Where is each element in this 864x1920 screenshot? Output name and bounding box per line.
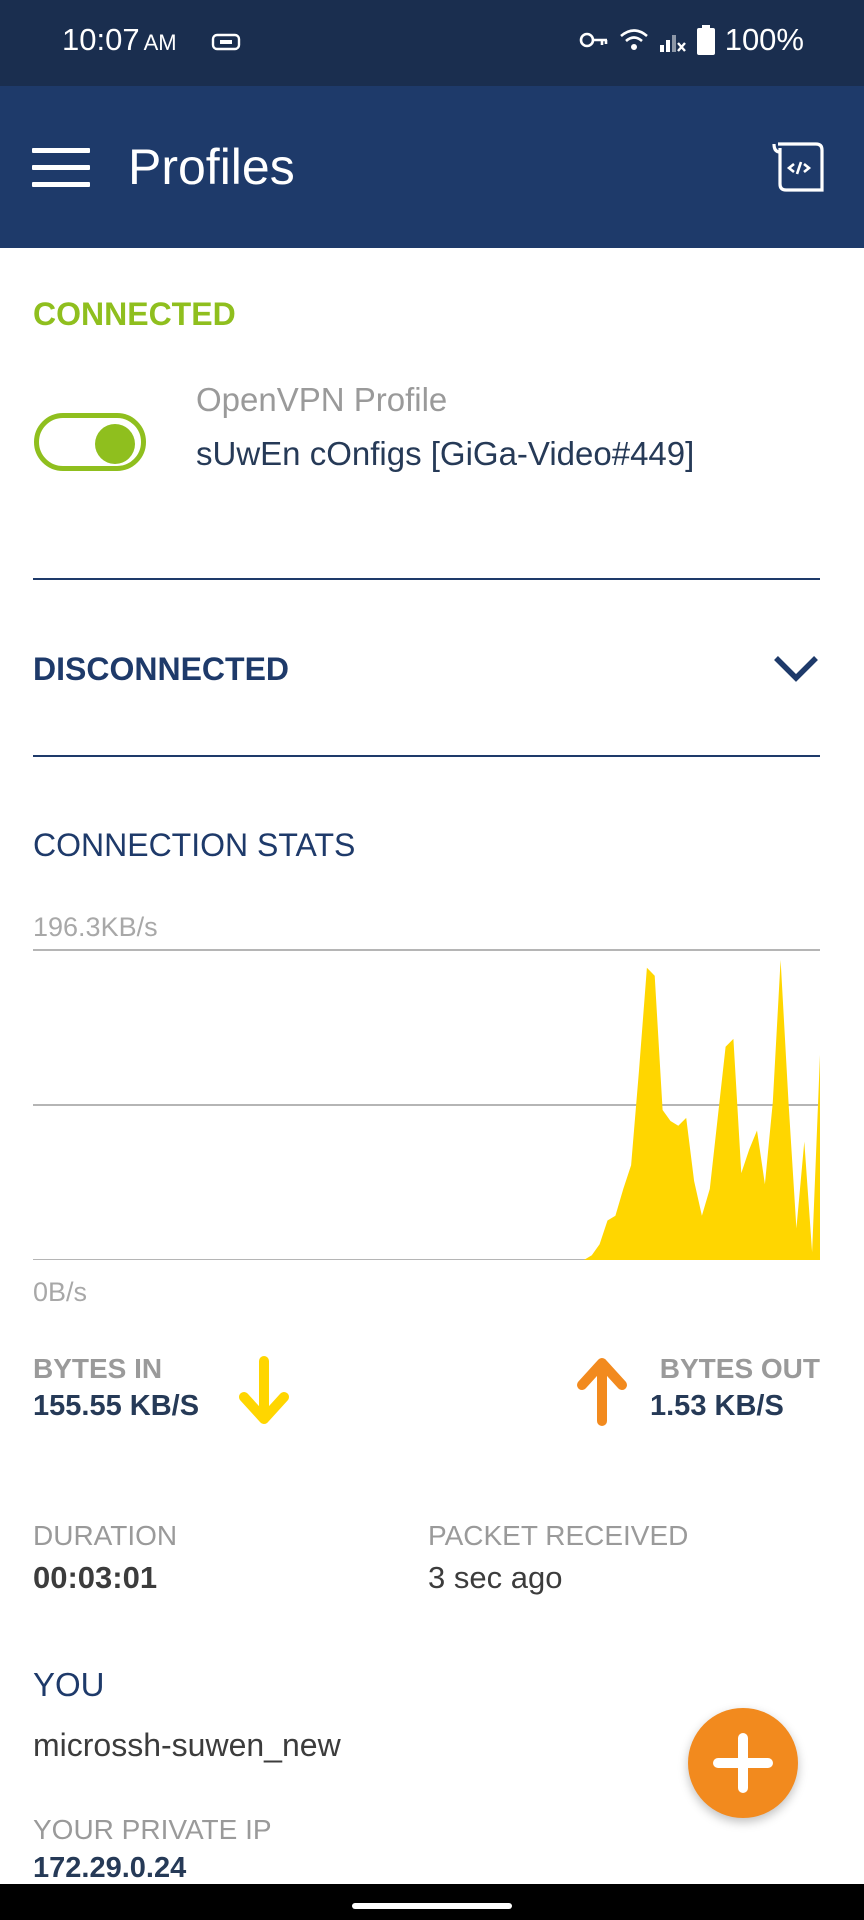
add-profile-button[interactable] <box>688 1708 798 1818</box>
arrow-up-icon <box>577 1358 627 1426</box>
duration-label: DURATION <box>33 1520 178 1551</box>
chart-min-label: 0B/s <box>33 1277 88 1307</box>
bytes-in-label: BYTES IN <box>33 1353 163 1384</box>
page-title: Profiles <box>128 139 295 195</box>
menu-icon-bar <box>32 182 90 187</box>
packet-received-label: PACKET RECEIVED <box>428 1520 689 1551</box>
system-nav-bar <box>0 1884 864 1920</box>
status-time-text: 10:07 <box>62 22 140 57</box>
status-icons: 100% <box>579 22 804 58</box>
document-code-icon[interactable] <box>770 138 830 196</box>
battery-text: 100% <box>724 22 804 57</box>
private-ip-label: YOUR PRIVATE IP <box>33 1814 272 1845</box>
vpn-key-icon <box>579 32 608 48</box>
wifi-icon <box>619 29 648 50</box>
home-handle[interactable] <box>352 1903 512 1909</box>
chevron-down-icon[interactable] <box>772 652 820 684</box>
bytes-out-label: BYTES OUT <box>659 1353 820 1384</box>
bytes-out-value: 1.53 KB/S <box>650 1390 784 1422</box>
divider <box>33 578 820 580</box>
connection-stats-heading: CONNECTION STATS <box>33 827 356 863</box>
bytes-in-value: 155.55 KB/S <box>33 1390 200 1422</box>
plus-icon <box>713 1733 773 1793</box>
menu-button[interactable] <box>32 148 90 188</box>
cast-icon <box>212 33 241 51</box>
status-time: 10:07 AM <box>62 22 241 58</box>
status-bar: 10:07 AM 100% <box>0 0 864 86</box>
duration-value: 00:03:01 <box>33 1560 158 1595</box>
signal-icon <box>659 35 686 52</box>
menu-icon-bar <box>32 165 90 170</box>
status-ampm: AM <box>143 30 177 55</box>
menu-icon-bar <box>32 148 90 153</box>
disconnected-heading[interactable]: DISCONNECTED <box>33 651 289 688</box>
you-name: microssh-suwen_new <box>33 1727 341 1763</box>
profile-type: OpenVPN Profile <box>196 381 448 418</box>
connected-heading: CONNECTED <box>33 296 236 332</box>
divider <box>33 755 820 757</box>
profile-name[interactable]: sUwEn cOnfigs [GiGa-Video#449] <box>196 432 796 475</box>
bytes-area <box>33 959 820 1260</box>
traffic-chart <box>33 949 820 1260</box>
arrow-down-icon <box>239 1356 289 1424</box>
you-heading: YOU <box>33 1666 105 1703</box>
packet-received-value: 3 sec ago <box>428 1560 563 1595</box>
chart-max-label: 196.3KB/s <box>33 912 158 942</box>
toggle-knob <box>95 424 135 464</box>
battery-icon <box>696 25 715 55</box>
app-bar: Profiles <box>0 86 864 248</box>
profile-toggle[interactable] <box>34 413 146 471</box>
private-ip-value: 172.29.0.24 <box>33 1852 187 1884</box>
